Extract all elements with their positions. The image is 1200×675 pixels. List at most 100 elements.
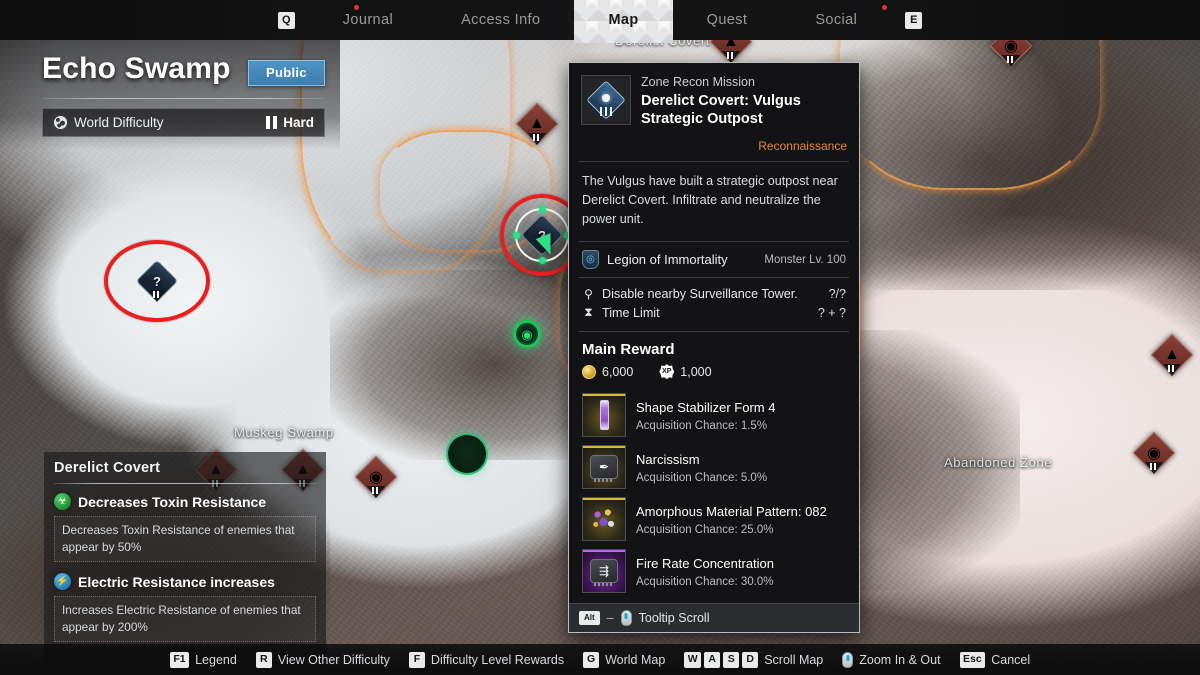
key-f1: F1: [169, 651, 190, 668]
reward-item-name: Narcissism: [636, 451, 700, 467]
objective-text: Time Limit: [602, 305, 660, 320]
reward-item[interactable]: Shape Stabilizer Form 4 Acquisition Chan…: [579, 389, 849, 441]
notification-dot-icon: [353, 5, 359, 10]
top-tab-list: Q Journal Access Info Map Quest Social E: [264, 0, 937, 43]
zone-effects-panel: Derelict Covert ☣ Decreases Toxin Resist…: [44, 452, 326, 666]
marker-tail-icon: [148, 290, 166, 302]
reward-item-name: Amorphous Material Pattern: 082: [636, 503, 827, 519]
prev-tab-key-glyph: Q: [277, 11, 295, 29]
key-d: D: [742, 651, 759, 668]
reward-currencies: 6,000 XP 1,000: [569, 364, 859, 389]
map-marker-base-east[interactable]: ▲: [1150, 333, 1194, 377]
mission-type-badge: Reconnaissance: [758, 138, 847, 153]
alt-key-glyph: Alt: [579, 611, 600, 625]
toxin-resistance-icon: ☣: [54, 493, 71, 510]
cluster-icon: [582, 497, 626, 542]
surveillance-tower-icon: ⚲: [584, 287, 593, 302]
world-difficulty-bar[interactable]: World Difficulty Hard: [42, 108, 325, 137]
mission-tooltip[interactable]: Zone Recon Mission Derelict Covert: Vulg…: [568, 62, 860, 634]
zone-effect-row: ⚡ Electric Resistance increases: [54, 573, 316, 591]
tab-access-info-label: Access Info: [461, 12, 541, 28]
tab-journal-label: Journal: [342, 12, 394, 28]
key-w: W: [684, 651, 702, 668]
reward-item-name: Fire Rate Concentration: [636, 555, 775, 571]
divider: [54, 483, 316, 484]
mouse-scroll-icon: [620, 610, 632, 627]
hint-view-other-difficulty-label: View Other Difficulty: [277, 652, 390, 667]
world-difficulty-value-group: Hard: [266, 115, 314, 130]
key-r: R: [255, 651, 272, 668]
reward-item[interactable]: ✒ Narcissism Acquisition Chance: 5.0%: [579, 441, 849, 493]
mission-name: Derelict Covert: Vulgus Strategic Outpos…: [641, 92, 801, 128]
objective-row: ⚲ Disable nearby Surveillance Tower. ?/?: [582, 285, 846, 303]
reward-item-chance: Acquisition Chance: 5.0%: [636, 471, 768, 484]
wasd-keys: W A S D: [684, 651, 759, 668]
zone-effect-name: Electric Resistance increases: [78, 573, 275, 590]
reward-item-list: Shape Stabilizer Form 4 Acquisition Chan…: [569, 389, 859, 603]
mission-objectives: ⚲ Disable nearby Surveillance Tower. ?/?…: [569, 278, 859, 331]
hint-cancel[interactable]: Esc Cancel: [959, 651, 1031, 668]
pause-bars-icon: [266, 116, 278, 129]
tab-social[interactable]: Social: [781, 0, 891, 40]
outpost-ring-icon: ◉: [513, 320, 541, 348]
faction-name: Legion of Immortality: [607, 252, 728, 268]
tooltip-scroll-hint[interactable]: Alt – Tooltip Scroll: [569, 603, 859, 633]
hint-difficulty-rewards[interactable]: F Difficulty Level Rewards: [408, 651, 564, 668]
gold-reward: 6,000: [582, 364, 633, 379]
gold-coin-icon: [582, 364, 596, 379]
mission-kind: Zone Recon Mission: [641, 75, 755, 89]
hint-legend[interactable]: F1 Legend: [169, 651, 237, 668]
hint-zoom[interactable]: Zoom In & Out: [842, 651, 941, 668]
module-icon: ✒: [582, 445, 626, 490]
hint-world-map[interactable]: G World Map: [583, 651, 666, 668]
reward-item-chance: Acquisition Chance: 25.0%: [636, 523, 774, 536]
reward-item-chance: Acquisition Chance: 1.5%: [636, 419, 768, 432]
key-g: G: [583, 651, 600, 668]
hint-scroll-map[interactable]: W A S D Scroll Map: [684, 651, 823, 668]
tab-social-label: Social: [815, 12, 858, 28]
header-divider: [42, 98, 325, 99]
status-badge[interactable]: Public: [248, 60, 325, 86]
tab-map-label: Map: [608, 12, 639, 28]
map-marker-outpost-inactive[interactable]: ◉: [446, 433, 488, 475]
reward-item[interactable]: ⇶ Fire Rate Concentration Acquisition Ch…: [579, 545, 849, 597]
map-marker-base-west[interactable]: ▲: [515, 102, 559, 146]
tab-journal[interactable]: Journal: [309, 0, 427, 40]
tab-quest[interactable]: Quest: [673, 0, 782, 40]
recon-mission-icon: [581, 75, 631, 125]
hint-zoom-label: Zoom In & Out: [859, 652, 941, 667]
mission-faction-row: ◎ Legion of Immortality Monster Lv. 100: [569, 242, 859, 277]
marker-tail-icon: [1002, 55, 1020, 67]
reward-item-name: Shape Stabilizer Form 4: [636, 399, 776, 415]
marker-tail-icon: [528, 133, 546, 145]
tab-quest-label: Quest: [706, 12, 748, 28]
map-marker-recon-mission-left[interactable]: ?: [135, 259, 179, 303]
electric-resistance-icon: ⚡: [54, 573, 71, 591]
hint-world-map-label: World Map: [605, 652, 666, 667]
hourglass-icon: ⧗: [584, 305, 593, 320]
xp-icon: XP: [659, 364, 675, 380]
zone-effect-description: Decreases Toxin Resistance of enemies th…: [54, 516, 316, 563]
reward-item-chance: Acquisition Chance: 30.0%: [636, 575, 774, 588]
hint-view-other-difficulty[interactable]: R View Other Difficulty: [255, 651, 390, 668]
prev-tab-key[interactable]: Q: [264, 0, 309, 40]
map-marker-base-center-south[interactable]: ◉: [354, 455, 398, 499]
map-marker-outpost-active[interactable]: ◉: [513, 320, 541, 348]
map-marker-base-southeast[interactable]: ◉: [1132, 431, 1176, 475]
tab-access-info[interactable]: Access Info: [427, 0, 574, 40]
mission-description: The Vulgus have built a strategic outpos…: [582, 173, 838, 226]
map-marker-recon-mission-selected[interactable]: ?: [513, 206, 571, 264]
hint-cancel-label: Cancel: [991, 652, 1031, 667]
key-esc: Esc: [959, 651, 986, 668]
marker-tail-icon: [1145, 462, 1163, 474]
notification-dot-icon: [881, 5, 887, 10]
next-tab-key[interactable]: E: [891, 0, 936, 40]
reward-item[interactable]: Amorphous Material Pattern: 082 Acquisit…: [579, 493, 849, 545]
zone-effects-title: Derelict Covert: [54, 460, 161, 476]
zone-effect-description: Increases Electric Resistance of enemies…: [54, 596, 316, 643]
objective-text: Disable nearby Surveillance Tower.: [602, 287, 798, 302]
key-f: F: [408, 651, 425, 668]
top-navigation: Q Journal Access Info Map Quest Social E: [0, 0, 1200, 43]
outpost-ring-outline-icon: [446, 433, 488, 475]
tab-map[interactable]: Map: [574, 0, 672, 43]
